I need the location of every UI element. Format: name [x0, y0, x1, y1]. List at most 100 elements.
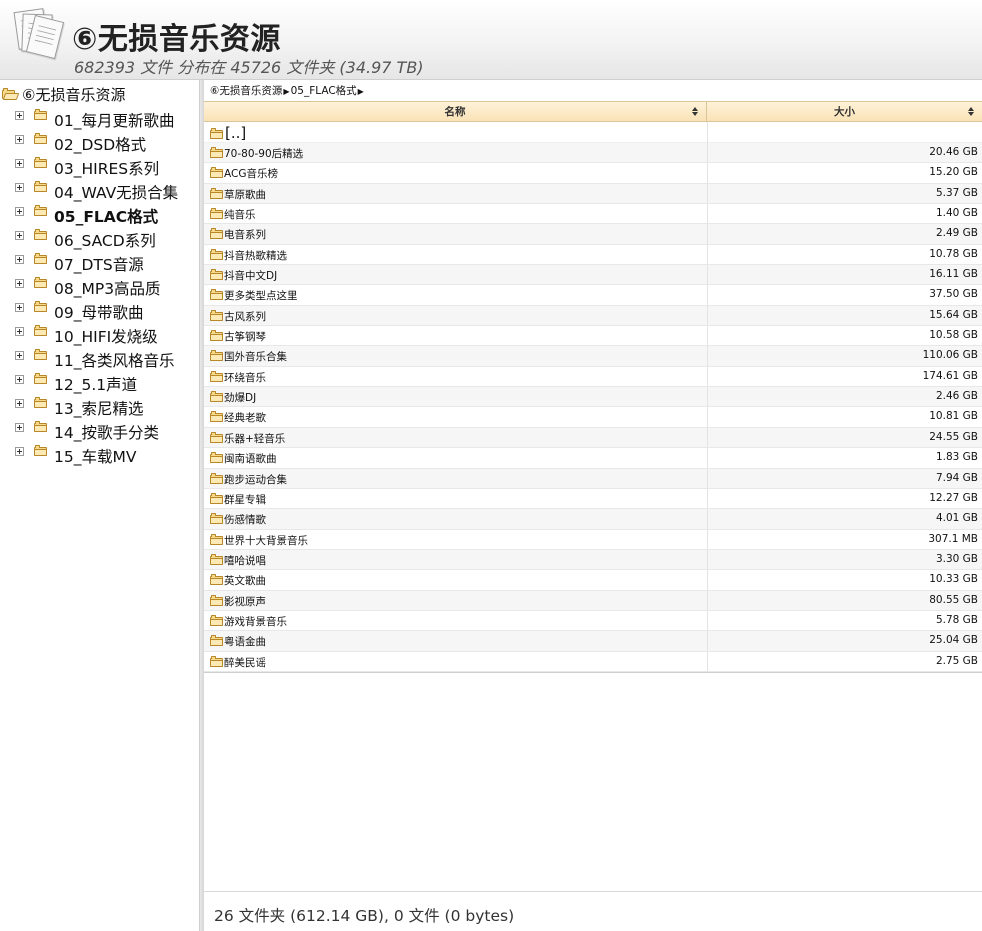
- table-row[interactable]: 纯音乐 1.40 GB: [204, 204, 982, 225]
- folder-name-link[interactable]: 跑步运动合集: [224, 472, 287, 487]
- plus-expander-icon[interactable]: [15, 231, 24, 240]
- plus-expander-icon[interactable]: [15, 351, 24, 360]
- table-row[interactable]: 跑步运动合集 7.94 GB: [204, 468, 982, 489]
- sidebar-item[interactable]: 15_车载MV: [0, 442, 200, 466]
- sidebar-item-label[interactable]: 13_索尼精选: [54, 397, 143, 419]
- breadcrumb-current[interactable]: 05_FLAC格式: [291, 85, 357, 97]
- table-row[interactable]: 古筝钢琴 10.58 GB: [204, 326, 982, 347]
- table-row[interactable]: 游戏背景音乐 5.78 GB: [204, 610, 982, 632]
- sidebar-item-label[interactable]: 01_每月更新歌曲: [54, 109, 174, 131]
- table-row[interactable]: 醉美民谣 2.75 GB: [204, 651, 982, 672]
- table-row[interactable]: 经典老歌 10.81 GB: [204, 407, 982, 428]
- sidebar-item[interactable]: 11_各类风格音乐: [0, 346, 200, 370]
- plus-expander-icon[interactable]: [15, 327, 24, 336]
- sidebar-item[interactable]: 08_MP3高品质: [0, 274, 200, 298]
- sidebar-item-label[interactable]: 02_DSD格式: [54, 133, 146, 155]
- sort-icon[interactable]: [692, 107, 699, 117]
- folder-name-link[interactable]: 70-80-90后精选: [224, 146, 303, 161]
- sidebar-item-label[interactable]: 12_5.1声道: [54, 373, 137, 395]
- sidebar-item-label[interactable]: 10_HIFI发烧级: [54, 325, 158, 347]
- folder-name-link[interactable]: 电音系列: [224, 227, 266, 242]
- tree-root[interactable]: ⑥无损音乐资源: [2, 83, 125, 105]
- folder-name-link[interactable]: 乐器+轻音乐: [224, 431, 285, 446]
- column-header-name[interactable]: 名称: [204, 102, 707, 122]
- sidebar-item[interactable]: 13_索尼精选: [0, 394, 200, 418]
- plus-expander-icon[interactable]: [15, 207, 24, 216]
- sidebar-item[interactable]: 01_每月更新歌曲: [0, 106, 200, 130]
- column-header-size[interactable]: 大小: [707, 102, 982, 122]
- sidebar-item[interactable]: 02_DSD格式: [0, 130, 200, 154]
- table-row[interactable]: 群星专辑 12.27 GB: [204, 488, 982, 510]
- folder-name-link[interactable]: 环绕音乐: [224, 370, 266, 385]
- plus-expander-icon[interactable]: [15, 159, 24, 168]
- plus-expander-icon[interactable]: [15, 255, 24, 264]
- folder-name-link[interactable]: 嘻哈说唱: [224, 553, 266, 568]
- folder-name-link[interactable]: 群星专辑: [224, 492, 266, 507]
- sidebar-item-label[interactable]: 11_各类风格音乐: [54, 349, 174, 371]
- table-row[interactable]: 环绕音乐 174.61 GB: [204, 366, 982, 388]
- table-row[interactable]: 更多类型点这里 37.50 GB: [204, 285, 982, 306]
- folder-name-link[interactable]: 抖音热歌精选: [224, 248, 287, 263]
- table-row[interactable]: 乐器+轻音乐 24.55 GB: [204, 427, 982, 449]
- folder-name-link[interactable]: 抖音中文DJ: [224, 268, 277, 283]
- table-row[interactable]: 嘻哈说唱 3.30 GB: [204, 549, 982, 571]
- folder-name-link[interactable]: 伤感情歌: [224, 512, 266, 527]
- plus-expander-icon[interactable]: [15, 399, 24, 408]
- plus-expander-icon[interactable]: [15, 183, 24, 192]
- table-row[interactable]: 粤语金曲 25.04 GB: [204, 631, 982, 652]
- sidebar-item-label[interactable]: 06_SACD系列: [54, 229, 156, 251]
- table-row[interactable]: 影视原声 80.55 GB: [204, 590, 982, 611]
- plus-expander-icon[interactable]: [15, 447, 24, 456]
- breadcrumb-root[interactable]: ⑥无损音乐资源: [210, 85, 282, 97]
- plus-expander-icon[interactable]: [15, 375, 24, 384]
- folder-name-link[interactable]: 劲爆DJ: [224, 390, 256, 405]
- folder-name-link[interactable]: 影视原声: [224, 594, 266, 609]
- sidebar-item[interactable]: 07_DTS音源: [0, 250, 200, 274]
- plus-expander-icon[interactable]: [15, 111, 24, 120]
- sidebar-item[interactable]: 05_FLAC格式: [0, 202, 200, 226]
- folder-name-link[interactable]: 世界十大背景音乐: [224, 533, 308, 548]
- sidebar-item-label[interactable]: 08_MP3高品质: [54, 277, 161, 299]
- folder-name-link[interactable]: 古风系列: [224, 309, 266, 324]
- folder-name-link[interactable]: 古筝钢琴: [224, 329, 266, 344]
- folder-name-link[interactable]: 纯音乐: [224, 207, 256, 222]
- table-row[interactable]: 国外音乐合集 110.06 GB: [204, 346, 982, 367]
- folder-name-link[interactable]: 游戏背景音乐: [224, 614, 287, 629]
- folder-name-link[interactable]: 醉美民谣: [224, 655, 266, 670]
- folder-name-link[interactable]: 更多类型点这里: [224, 288, 298, 303]
- parent-directory-row[interactable]: [..]: [204, 122, 982, 143]
- table-row[interactable]: 闽南语歌曲 1.83 GB: [204, 448, 982, 469]
- sidebar-item[interactable]: 03_HIRES系列: [0, 154, 200, 178]
- plus-expander-icon[interactable]: [15, 135, 24, 144]
- sidebar-item-label[interactable]: 15_车载MV: [54, 445, 136, 467]
- sidebar-item[interactable]: 09_母带歌曲: [0, 298, 200, 322]
- sidebar-item[interactable]: 10_HIFI发烧级: [0, 322, 200, 346]
- table-row[interactable]: 劲爆DJ 2.46 GB: [204, 387, 982, 408]
- folder-name-link[interactable]: 粤语金曲: [224, 634, 266, 649]
- plus-expander-icon[interactable]: [15, 279, 24, 288]
- folder-name-link[interactable]: ACG音乐榜: [224, 166, 278, 181]
- parent-directory-link[interactable]: [..]: [225, 124, 246, 142]
- sidebar-item-label[interactable]: 07_DTS音源: [54, 253, 144, 275]
- folder-name-link[interactable]: 国外音乐合集: [224, 349, 287, 364]
- sidebar-item-label[interactable]: 14_按歌手分类: [54, 421, 159, 443]
- plus-expander-icon[interactable]: [15, 423, 24, 432]
- sort-icon[interactable]: [968, 107, 975, 117]
- plus-expander-icon[interactable]: [15, 303, 24, 312]
- folder-name-link[interactable]: 闽南语歌曲: [224, 451, 277, 466]
- folder-name-link[interactable]: 草原歌曲: [224, 187, 266, 202]
- sidebar-item[interactable]: 04_WAV无损合集: [0, 178, 200, 202]
- table-row[interactable]: 电音系列 2.49 GB: [204, 224, 982, 245]
- sidebar-item-label[interactable]: 09_母带歌曲: [54, 301, 143, 323]
- table-row[interactable]: 世界十大背景音乐 307.1 MB: [204, 529, 982, 550]
- table-row[interactable]: 英文歌曲 10.33 GB: [204, 570, 982, 591]
- table-row[interactable]: 抖音中文DJ 16.11 GB: [204, 265, 982, 286]
- folder-name-link[interactable]: 经典老歌: [224, 410, 266, 425]
- sidebar-item[interactable]: 14_按歌手分类: [0, 418, 200, 442]
- table-row[interactable]: 抖音热歌精选 10.78 GB: [204, 244, 982, 266]
- table-row[interactable]: 伤感情歌 4.01 GB: [204, 509, 982, 530]
- sidebar-item-label[interactable]: 05_FLAC格式: [54, 205, 158, 227]
- sidebar-item-label[interactable]: 04_WAV无损合集: [54, 181, 178, 203]
- sidebar-item[interactable]: 06_SACD系列: [0, 226, 200, 250]
- sidebar-item[interactable]: 12_5.1声道: [0, 370, 200, 394]
